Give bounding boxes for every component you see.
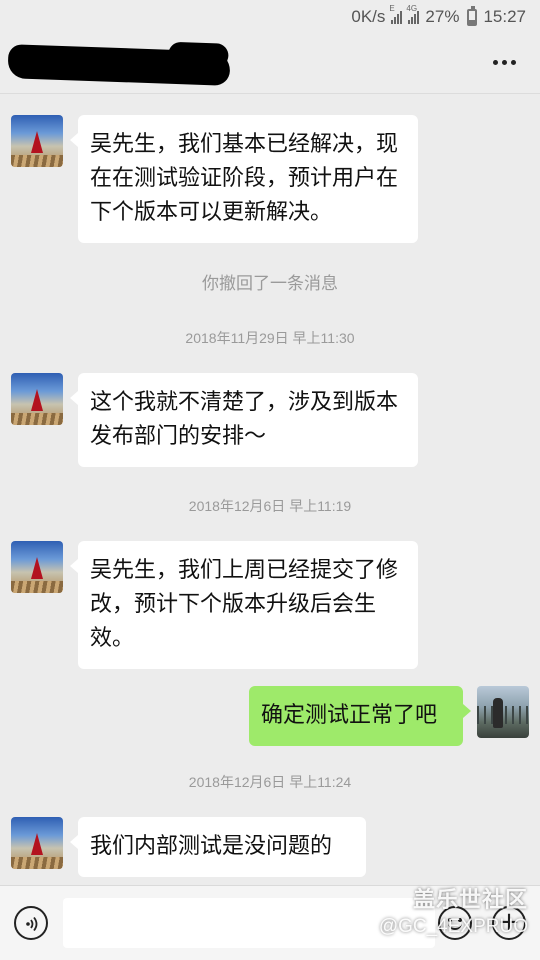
signal-2-icon: 4G	[406, 4, 420, 24]
message-bubble-received[interactable]: 我们内部测试是没问题的	[70, 817, 366, 877]
my-avatar[interactable]	[477, 686, 529, 738]
message-bubble-received[interactable]: 这个我就不清楚了，涉及到版本发布部门的安排～	[70, 373, 418, 467]
timestamp: 2018年12月6日 早上11:24	[188, 774, 352, 790]
status-indicators: 0K/s E 4G 27% 15:27	[351, 4, 526, 27]
recall-notice: 你撤回了一条消息	[202, 274, 338, 294]
voice-icon[interactable]	[14, 906, 48, 940]
message-bubble-received[interactable]: 吴先生，我们基本已经解决，现在在测试验证阶段，预计用户在下个版本可以更新解决。	[70, 115, 418, 243]
message-bubble-received[interactable]: 吴先生，我们上周已经提交了修改，预计下个版本升级后会生效。	[70, 541, 418, 669]
message-input[interactable]	[63, 898, 435, 948]
signal-1-icon: E	[389, 4, 403, 24]
contact-avatar[interactable]	[11, 373, 63, 425]
input-bar: +	[0, 885, 540, 960]
contact-avatar[interactable]	[11, 817, 63, 869]
contact-avatar[interactable]	[11, 541, 63, 593]
redacted-contact-name	[7, 44, 231, 86]
contact-avatar[interactable]	[11, 115, 63, 167]
more-icon[interactable]	[493, 60, 516, 65]
status-bar: 0K/s E 4G 27% 15:27	[0, 0, 540, 34]
timestamp: 2018年11月29日 早上11:30	[185, 330, 355, 346]
chat-header	[0, 34, 540, 94]
plus-icon[interactable]: +	[492, 906, 526, 940]
emoji-icon[interactable]	[438, 906, 472, 940]
battery-icon	[467, 5, 478, 26]
network-speed: 0K/s	[351, 7, 386, 26]
clock: 15:27	[483, 7, 526, 26]
timestamp: 2018年12月6日 早上11:19	[188, 498, 352, 514]
message-bubble-sent[interactable]: 确定测试正常了吧	[249, 686, 471, 746]
battery-percent: 27%	[425, 7, 460, 26]
message-list[interactable]: 吴先生，我们基本已经解决，现在在测试验证阶段，预计用户在下个版本可以更新解决。 …	[0, 95, 540, 885]
